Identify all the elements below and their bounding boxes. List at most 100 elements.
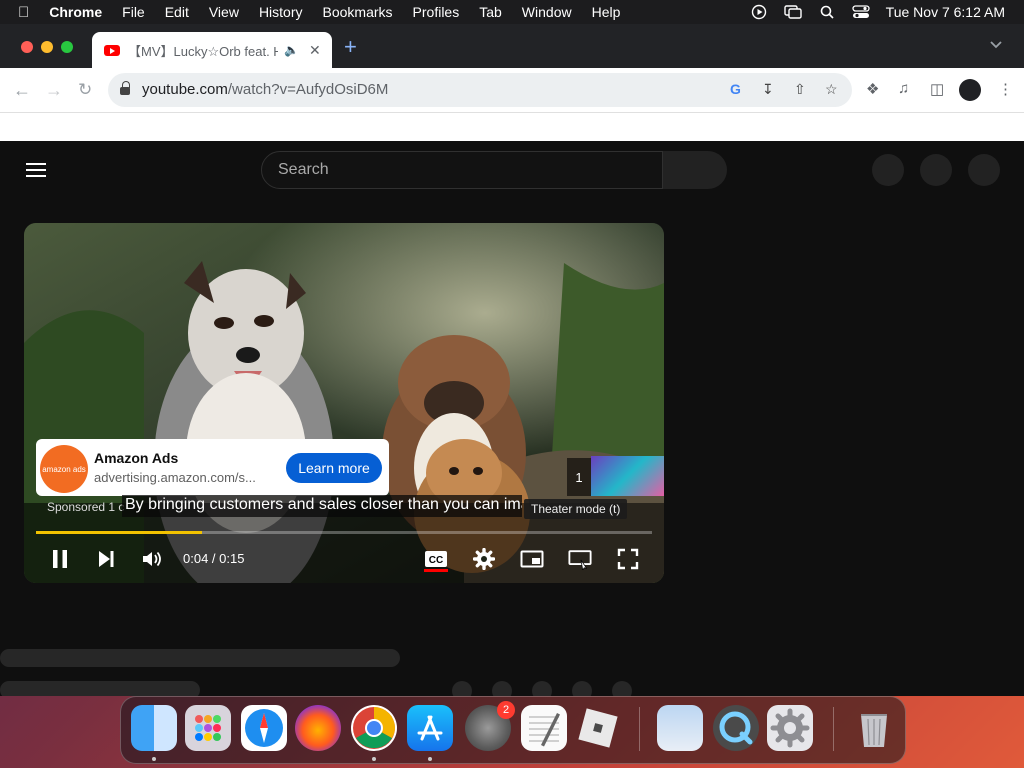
dock-trash-icon[interactable] bbox=[851, 705, 897, 751]
dock-firefox-icon[interactable] bbox=[295, 705, 341, 751]
menu-app-name[interactable]: Chrome bbox=[49, 4, 102, 20]
dock-launchpad-icon[interactable] bbox=[185, 705, 231, 751]
reload-icon[interactable]: ↻ bbox=[78, 80, 92, 100]
side-panel-icon[interactable]: ◫ bbox=[930, 80, 944, 98]
closed-captions-icon[interactable]: CC bbox=[424, 547, 448, 571]
lock-icon[interactable] bbox=[120, 81, 130, 95]
menu-help[interactable]: Help bbox=[592, 4, 621, 20]
macos-dock: 2 bbox=[120, 696, 906, 764]
up-next-thumbnail[interactable] bbox=[591, 456, 664, 496]
ad-card[interactable]: amazon ads Amazon Ads advertising.amazon… bbox=[36, 439, 389, 496]
dock-separator bbox=[833, 707, 834, 751]
sponsored-label: Sponsored 1 c bbox=[47, 500, 125, 514]
bookmarks-bar bbox=[0, 112, 1024, 141]
dock-textedit-icon[interactable] bbox=[521, 705, 567, 751]
theater-mode-icon[interactable] bbox=[568, 547, 592, 571]
menu-tab[interactable]: Tab bbox=[479, 4, 502, 20]
next-icon[interactable] bbox=[94, 547, 118, 571]
youtube-search-button[interactable] bbox=[663, 151, 727, 189]
dock-chrome-icon[interactable] bbox=[351, 705, 397, 751]
youtube-favicon-icon bbox=[104, 44, 120, 56]
macos-menu-bar:  Chrome File Edit View History Bookmark… bbox=[0, 0, 1024, 24]
dock-quicktime-icon[interactable] bbox=[713, 705, 759, 751]
tab-title: 【MV】Lucky☆Orb feat. Hatsune Miku bbox=[128, 43, 278, 59]
video-player[interactable]: amazon ads Amazon Ads advertising.amazon… bbox=[24, 223, 664, 583]
spotlight-search-icon[interactable] bbox=[818, 5, 836, 19]
extensions-puzzle-icon[interactable]: ❖ bbox=[866, 80, 879, 98]
dock-finder-icon[interactable] bbox=[131, 705, 177, 751]
menu-history[interactable]: History bbox=[259, 4, 303, 20]
advertiser-logo[interactable]: amazon ads bbox=[40, 445, 88, 493]
header-placeholder-circle[interactable] bbox=[968, 154, 1000, 186]
progress-bar[interactable] bbox=[36, 531, 652, 534]
address-bar[interactable]: youtube.com/watch?v=AufydOsiD6M G ↧ ⇧ ☆ bbox=[108, 73, 852, 107]
browser-toolbar: ← → ↻ youtube.com/watch?v=AufydOsiD6M G … bbox=[0, 68, 1024, 112]
menu-window[interactable]: Window bbox=[522, 4, 572, 20]
miniplayer-icon[interactable] bbox=[520, 547, 544, 571]
pause-icon[interactable] bbox=[48, 547, 72, 571]
dock-safari-icon[interactable] bbox=[241, 705, 287, 751]
title-skeleton bbox=[0, 649, 400, 667]
apple-menu-icon[interactable]:  bbox=[18, 4, 29, 21]
media-play-icon[interactable] bbox=[750, 4, 768, 20]
menu-edit[interactable]: Edit bbox=[165, 4, 189, 20]
header-placeholder-circle[interactable] bbox=[920, 154, 952, 186]
learn-more-button[interactable]: Learn more bbox=[286, 453, 382, 483]
dock-roblox-icon[interactable] bbox=[575, 705, 621, 751]
chrome-window: 【MV】Lucky☆Orb feat. Hatsune Miku 🔈 ✕ + ←… bbox=[0, 24, 1024, 696]
action-skeleton-dot bbox=[452, 681, 472, 696]
close-window-button[interactable] bbox=[21, 41, 33, 53]
menu-profiles[interactable]: Profiles bbox=[413, 4, 460, 20]
address-url[interactable]: youtube.com/watch?v=AufydOsiD6M bbox=[142, 81, 388, 98]
progress-fill bbox=[36, 531, 203, 534]
chrome-menu-icon[interactable]: ⋮ bbox=[998, 80, 1013, 98]
minimize-window-button[interactable] bbox=[41, 41, 53, 53]
dock-system-settings-icon[interactable] bbox=[767, 705, 813, 751]
meta-skeleton bbox=[0, 681, 200, 696]
running-indicator bbox=[152, 757, 156, 761]
status-area: Tue Nov 7 6:12 AM bbox=[734, 0, 1005, 24]
youtube-search-input[interactable]: Search bbox=[261, 151, 663, 189]
bookmark-star-icon[interactable]: ☆ bbox=[825, 81, 838, 98]
dock-separator bbox=[639, 707, 640, 751]
zoom-window-button[interactable] bbox=[61, 41, 73, 53]
menu-bookmarks[interactable]: Bookmarks bbox=[323, 4, 393, 20]
running-indicator bbox=[428, 757, 432, 761]
svg-text:CC: CC bbox=[429, 555, 443, 566]
url-host: youtube.com bbox=[142, 81, 228, 98]
menu-clock[interactable]: Tue Nov 7 6:12 AM bbox=[886, 4, 1005, 20]
youtube-page: Search amazon ads Amazon Ads advertising… bbox=[0, 143, 1024, 696]
screen-mirroring-icon[interactable] bbox=[783, 5, 802, 19]
control-center-icon[interactable] bbox=[852, 5, 870, 19]
media-controls-icon[interactable]: ♫ bbox=[898, 80, 909, 97]
forward-arrow-icon[interactable]: → bbox=[45, 80, 63, 101]
theater-mode-tooltip: Theater mode (t) bbox=[524, 499, 628, 519]
settings-gear-icon[interactable] bbox=[472, 547, 496, 571]
profile-avatar-icon[interactable] bbox=[959, 79, 981, 101]
action-skeleton-dot bbox=[572, 681, 592, 696]
action-skeleton-dot bbox=[612, 681, 632, 696]
dock-app-store-icon[interactable] bbox=[407, 705, 453, 751]
volume-icon[interactable] bbox=[140, 547, 164, 571]
menu-file[interactable]: File bbox=[122, 4, 145, 20]
new-tab-icon[interactable]: + bbox=[344, 34, 357, 60]
fullscreen-icon[interactable] bbox=[616, 547, 640, 571]
dock-preview-icon[interactable] bbox=[657, 705, 703, 751]
google-lens-icon[interactable]: G bbox=[730, 81, 741, 97]
tab-close-icon[interactable]: ✕ bbox=[309, 42, 321, 59]
menu-view[interactable]: View bbox=[209, 4, 239, 20]
tab-youtube[interactable]: 【MV】Lucky☆Orb feat. Hatsune Miku 🔈 ✕ bbox=[92, 32, 332, 68]
guide-menu-icon[interactable] bbox=[26, 163, 46, 179]
action-skeleton-dot bbox=[492, 681, 512, 696]
ad-queue-count: 1 bbox=[567, 458, 591, 496]
tab-audio-icon[interactable]: 🔈 bbox=[284, 43, 299, 57]
captions-active-indicator bbox=[424, 569, 448, 572]
back-arrow-icon[interactable]: ← bbox=[13, 80, 31, 101]
advertiser-name[interactable]: Amazon Ads bbox=[94, 450, 178, 466]
header-placeholder-circle[interactable] bbox=[872, 154, 904, 186]
share-icon[interactable]: ⇧ bbox=[794, 81, 806, 98]
tab-search-chevron-icon[interactable] bbox=[990, 36, 1002, 52]
install-app-icon[interactable]: ↧ bbox=[762, 81, 774, 98]
advertiser-domain[interactable]: advertising.amazon.com/s... bbox=[94, 470, 256, 485]
video-frame-dogs bbox=[24, 223, 664, 583]
